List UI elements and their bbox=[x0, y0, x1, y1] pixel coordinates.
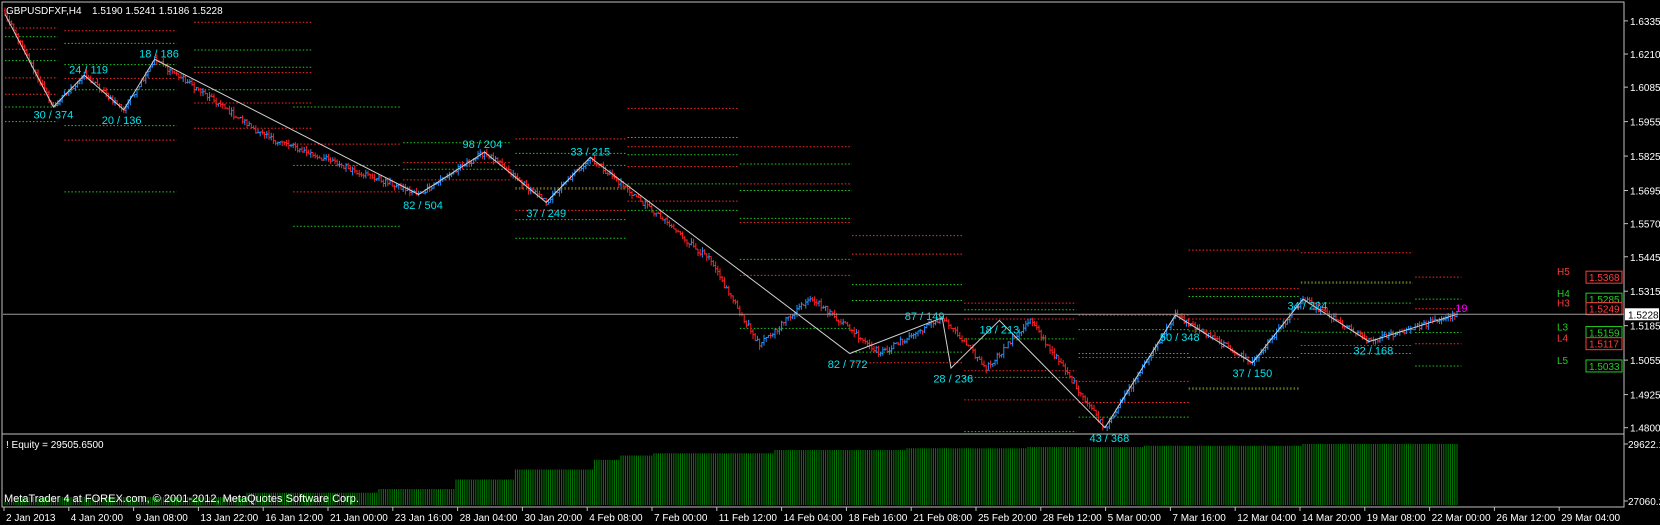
price-tick-label: 1.5955 bbox=[1630, 118, 1660, 129]
equity-max-label: 29622.1 bbox=[1628, 440, 1660, 451]
swing-label: 87 / 149 bbox=[905, 311, 945, 323]
swing-label: 32 / 168 bbox=[1354, 346, 1394, 358]
equity-min-label: 27060.2 bbox=[1628, 497, 1660, 508]
price-tick-label: 1.5445 bbox=[1630, 253, 1660, 264]
pivot-name: L5 bbox=[1557, 356, 1569, 367]
time-tick-label: 4 Jan 20:00 bbox=[71, 513, 124, 524]
time-tick-label: 29 Mar 04:00 bbox=[1561, 513, 1620, 524]
price-tick-label: 1.5055 bbox=[1630, 356, 1660, 367]
time-tick-label: 25 Feb 20:00 bbox=[978, 513, 1037, 524]
pivot-value: 1.5117 bbox=[1589, 340, 1619, 351]
time-tick-label: 26 Mar 12:00 bbox=[1496, 513, 1555, 524]
swing-label: 19 bbox=[1455, 303, 1467, 315]
time-tick-label: 5 Mar 00:00 bbox=[1108, 513, 1162, 524]
equity-label: ! Equity = 29505.6500 bbox=[6, 440, 104, 451]
swing-label: 24 / 119 bbox=[69, 65, 108, 77]
time-tick-label: 16 Jan 12:00 bbox=[265, 513, 323, 524]
pivot-name: H3 bbox=[1557, 299, 1570, 310]
swing-label: 30 / 374 bbox=[34, 110, 74, 122]
price-tick-label: 1.4925 bbox=[1630, 391, 1660, 402]
swing-label: 50 / 348 bbox=[1160, 332, 1200, 344]
time-tick-label: 7 Feb 00:00 bbox=[654, 513, 708, 524]
price-tick-label: 1.5695 bbox=[1630, 187, 1660, 198]
swing-label: 82 / 772 bbox=[828, 359, 868, 371]
pivot-value: 1.5033 bbox=[1589, 362, 1620, 373]
time-tick-label: 28 Feb 12:00 bbox=[1043, 513, 1102, 524]
time-tick-label: 21 Feb 08:00 bbox=[913, 513, 972, 524]
current-price-label: 1.5228 bbox=[1628, 310, 1659, 321]
time-tick-label: 9 Jan 08:00 bbox=[136, 513, 189, 524]
pivot-name: H5 bbox=[1557, 267, 1570, 278]
time-tick-label: 23 Jan 16:00 bbox=[395, 513, 453, 524]
time-tick-label: 14 Feb 04:00 bbox=[784, 513, 843, 524]
time-tick-label: 2 Jan 2013 bbox=[6, 513, 56, 524]
swing-label: 33 / 215 bbox=[570, 147, 610, 159]
mt4-chart[interactable]: 30 / 374 24 / 119 20 / 136 18 / 186 82 / 504… bbox=[0, 0, 1660, 525]
time-tick-label: 11 Feb 12:00 bbox=[719, 513, 778, 524]
time-tick-label: 19 Mar 08:00 bbox=[1367, 513, 1426, 524]
swing-label: 37 / 249 bbox=[526, 208, 566, 220]
pivot-name: L3 bbox=[1557, 323, 1569, 334]
price-tick-label: 1.6085 bbox=[1630, 83, 1660, 94]
swing-label: 98 / 204 bbox=[463, 139, 503, 151]
price-tick-label: 1.6335 bbox=[1630, 17, 1660, 28]
price-tick-label: 1.5825 bbox=[1630, 152, 1660, 163]
swing-label: 37 / 150 bbox=[1233, 368, 1273, 380]
time-tick-label: 14 Mar 20:00 bbox=[1302, 513, 1361, 524]
symbol-label: GBPUSDFXF,H4 bbox=[6, 6, 82, 17]
price-tick-label: 1.5570 bbox=[1630, 220, 1660, 231]
pivot-name: L4 bbox=[1557, 334, 1569, 345]
time-tick-label: 7 Mar 16:00 bbox=[1172, 513, 1226, 524]
swing-label: 18 / 213 bbox=[980, 324, 1020, 336]
swing-label: 82 / 504 bbox=[403, 200, 443, 212]
pivot-value: 1.5368 bbox=[1589, 273, 1620, 284]
swing-label: 18 / 186 bbox=[139, 49, 179, 61]
swing-label: 20 / 136 bbox=[102, 115, 142, 127]
time-tick-label: 28 Jan 04:00 bbox=[460, 513, 518, 524]
time-tick-label: 21 Jan 00:00 bbox=[330, 513, 388, 524]
time-tick-label: 4 Feb 08:00 bbox=[589, 513, 643, 524]
price-tick-label: 1.5315 bbox=[1630, 287, 1660, 298]
swing-label: 43 / 368 bbox=[1090, 433, 1130, 445]
swing-label: 34 / 224 bbox=[1288, 300, 1328, 312]
ohlc-readout: 1.5190 1.5241 1.5186 1.5228 bbox=[92, 6, 223, 17]
price-tick-label: 1.4800 bbox=[1630, 424, 1660, 435]
copyright-text: MetaTrader 4 at FOREX.com, © 2001-2012, … bbox=[4, 493, 359, 505]
time-tick-label: 18 Feb 16:00 bbox=[848, 513, 907, 524]
price-tick-label: 1.5185 bbox=[1630, 322, 1660, 333]
time-tick-label: 13 Jan 22:00 bbox=[200, 513, 258, 524]
price-tick-label: 1.6210 bbox=[1630, 50, 1660, 61]
swing-label: 28 / 236 bbox=[933, 373, 973, 385]
time-tick-label: 22 Mar 00:00 bbox=[1432, 513, 1491, 524]
time-tick-label: 12 Mar 04:00 bbox=[1237, 513, 1296, 524]
time-tick-label: 30 Jan 20:00 bbox=[524, 513, 582, 524]
